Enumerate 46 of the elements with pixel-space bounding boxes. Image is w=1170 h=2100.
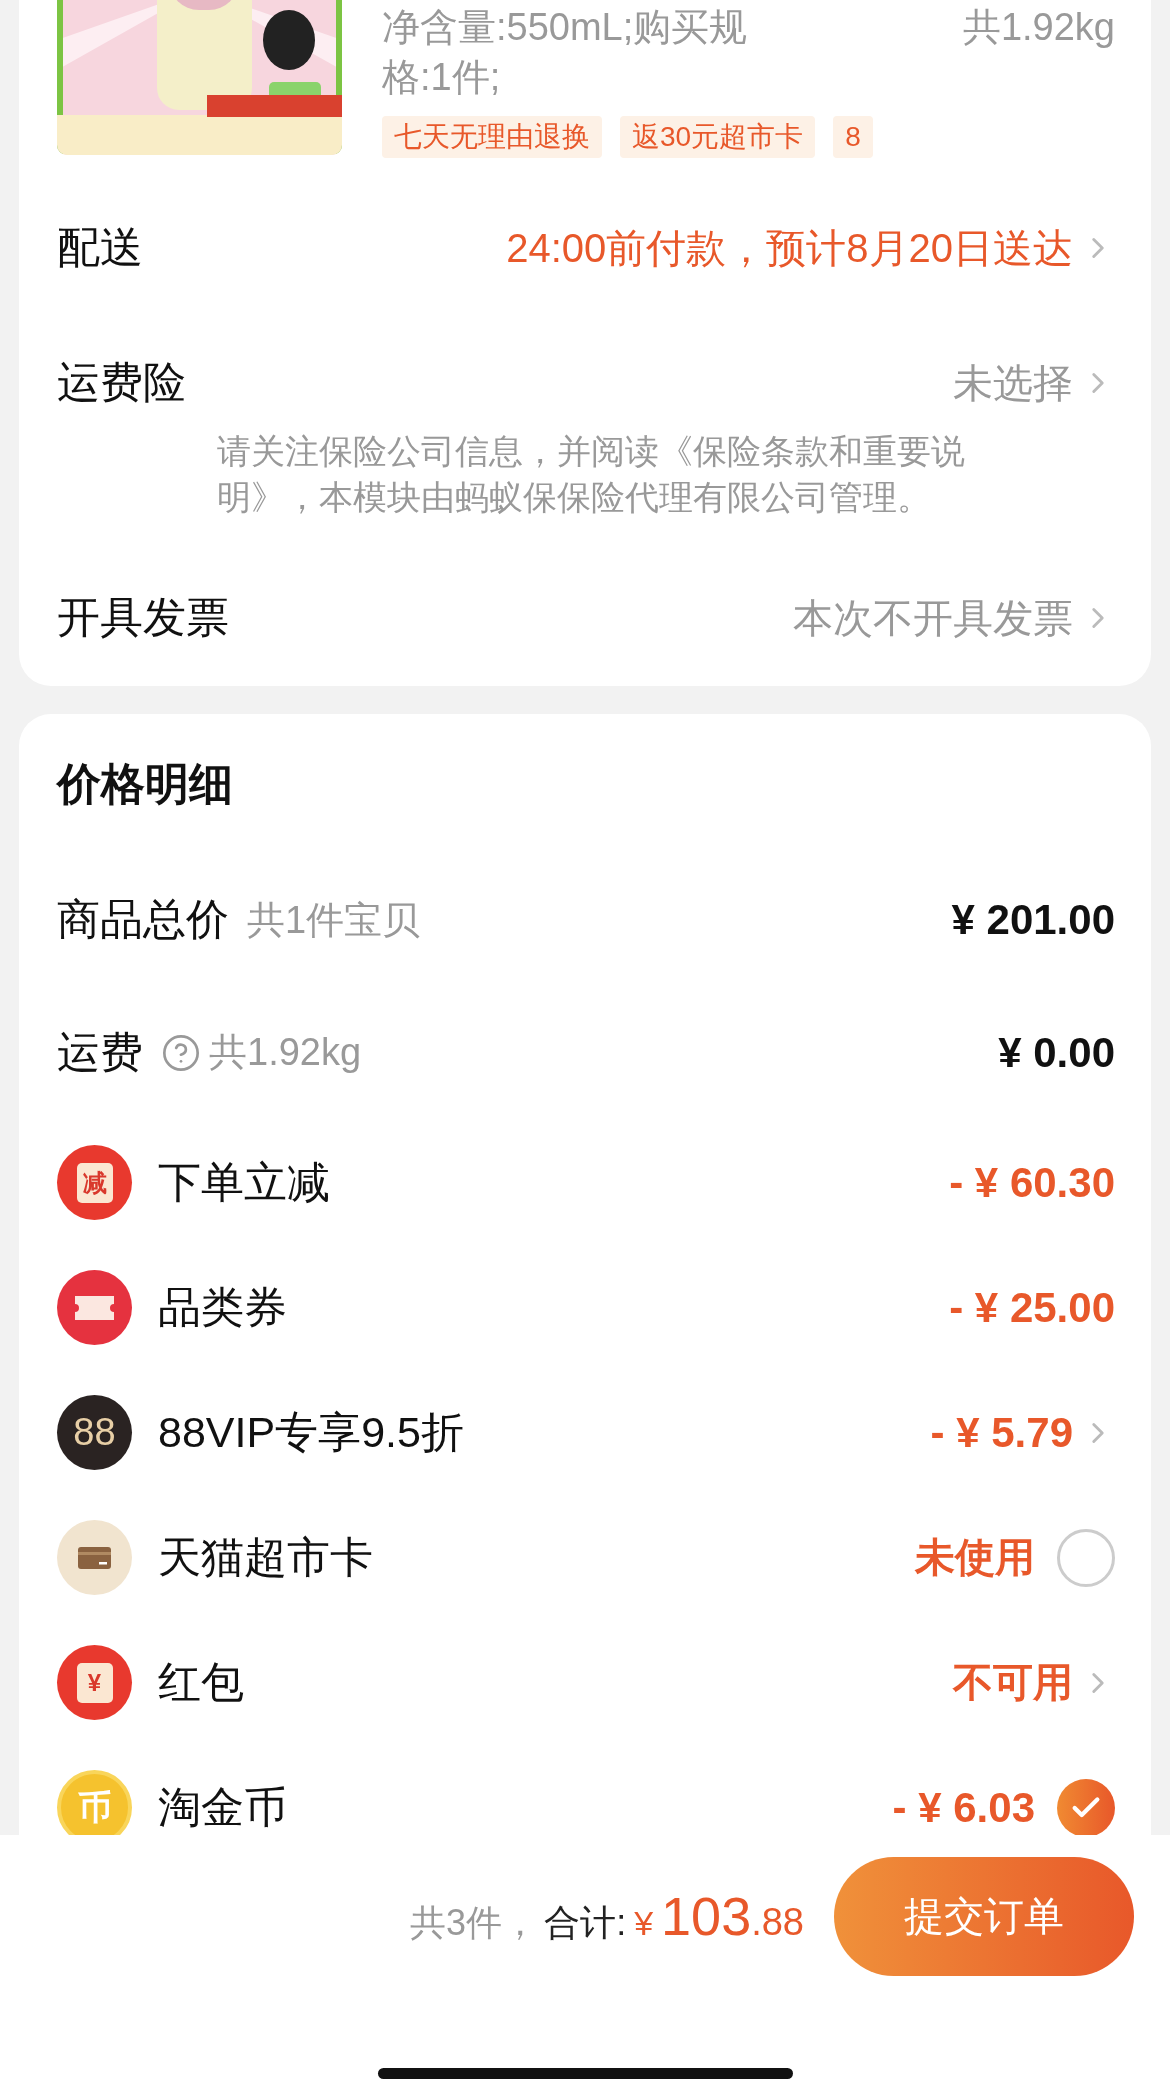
item-count: 共3件， [410, 1901, 539, 1945]
discount-amount: - ¥ 60.30 [949, 1158, 1115, 1207]
discount-label: 天猫超市卡 [158, 1531, 373, 1583]
insurance-note: 请关注保险公司信息，并阅读《保险条款和重要说明》，本模块由蚂蚁保保险代理有限公司管理。 [217, 431, 966, 518]
price-amount: ¥ 201.00 [951, 896, 1115, 944]
row-label: 配送 [57, 222, 143, 273]
row-value[interactable]: 本次不开具发票 [793, 590, 1073, 646]
service-tag: 七天无理由退换 [382, 116, 602, 158]
price-amount: ¥ 0.00 [998, 1028, 1115, 1077]
price-note: 共1件宝贝 [247, 897, 421, 943]
discount-label: 88VIP专享9.5折 [158, 1406, 464, 1458]
card-icon [57, 1520, 132, 1595]
price-note: 共1.92kg [209, 1030, 362, 1075]
currency-sign: ¥ [634, 1904, 654, 1943]
select-checkbox[interactable] [1057, 1778, 1115, 1835]
row-value[interactable]: 未选择 [953, 355, 1073, 411]
discount-label: 淘金币 [158, 1781, 287, 1833]
service-tag: 8 [833, 116, 873, 158]
row-label: 运费险 [57, 357, 186, 408]
discount-status: 未使用 [915, 1534, 1035, 1581]
vip-badge-icon: 88 [57, 1395, 132, 1470]
help-icon[interactable] [161, 1032, 201, 1073]
discount-status: 不可用 [953, 1659, 1073, 1706]
discount-label: 下单立减 [158, 1156, 330, 1208]
discount-label: 品类券 [158, 1281, 287, 1333]
discount-amount: - ¥ 5.79 [930, 1408, 1073, 1457]
total-label: 合计: [544, 1901, 627, 1945]
ticket-icon [57, 1270, 132, 1345]
total-decimals: .88 [751, 1901, 804, 1944]
total-amount: 103 [661, 1885, 752, 1947]
price-label: 运费 [57, 1026, 143, 1078]
discount-amount: - ¥ 25.00 [949, 1283, 1115, 1332]
discount-badge-icon: 减 [57, 1145, 132, 1220]
discount-amount: - ¥ 6.03 [892, 1783, 1035, 1832]
spec-text: 格:1件; [382, 55, 502, 100]
row-label: 开具发票 [57, 592, 229, 643]
section-title: 价格明细 [57, 758, 234, 810]
coin-icon: 币 [57, 1770, 132, 1835]
spec-text: 净含量:550mL;购买规 [382, 5, 748, 50]
weight-text: 共1.92kg [962, 5, 1115, 50]
submit-order-button[interactable]: 提交订单 [834, 1857, 1134, 1976]
service-tag: 返30元超市卡 [620, 116, 816, 158]
price-label: 商品总价 [57, 894, 229, 945]
row-value[interactable]: 24:00前付款，预计8月20日送达 [506, 220, 1073, 276]
envelope-icon: ¥ [57, 1645, 132, 1720]
discount-label: 红包 [158, 1656, 244, 1708]
